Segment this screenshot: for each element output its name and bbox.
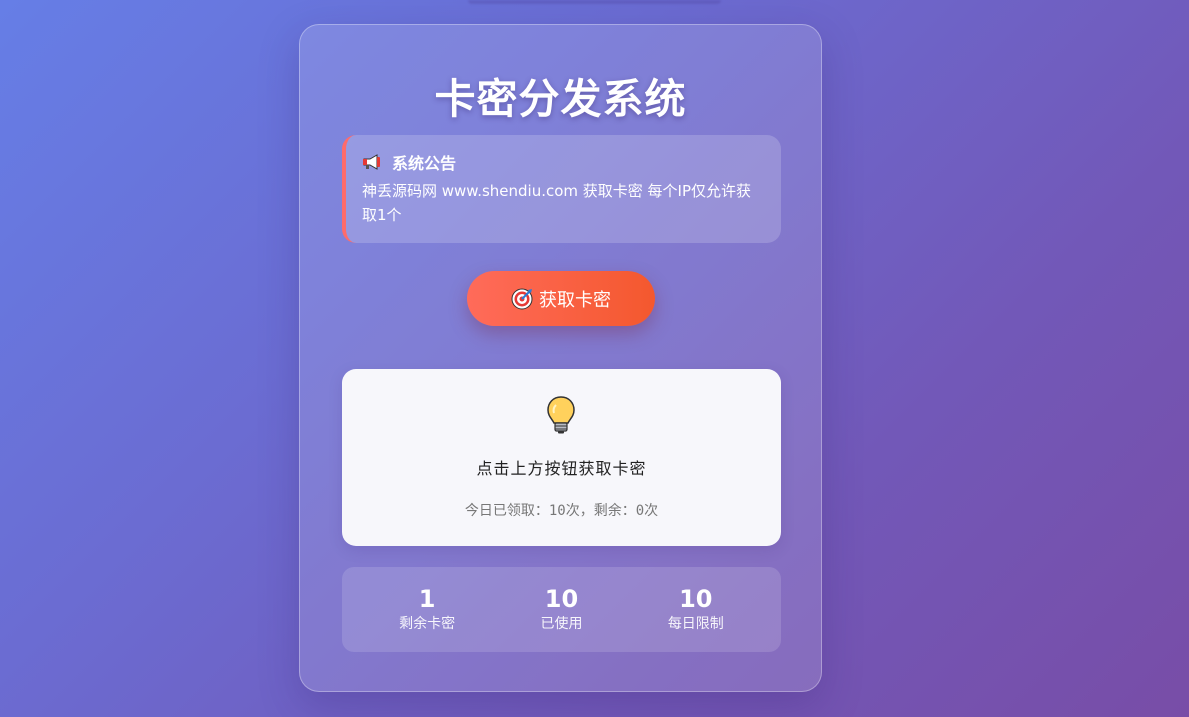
result-panel: 点击上方按钮获取卡密 今日已领取：10次，剩余：0次 (342, 369, 781, 546)
system-notice: 系统公告 神丢源码网 www.shendiu.com 获取卡密 每个IP仅允许获… (342, 135, 781, 243)
result-message: 点击上方按钮获取卡密 (476, 459, 647, 478)
main-card: 卡密分发系统 系统公告 神丢源码网 www.shendiu.com 获取卡密 每… (299, 24, 822, 692)
stats-bar: 1 剩余卡密 10 已使用 10 每日限制 (342, 567, 781, 652)
stat-daily-limit: 10 每日限制 (636, 585, 756, 634)
stat-used-label: 已使用 (540, 616, 583, 632)
get-card-key-button[interactable]: 获取卡密 (467, 271, 655, 326)
stat-daily-limit-label: 每日限制 (667, 616, 724, 632)
top-shadow-decoration (468, 0, 721, 4)
notice-header: 系统公告 (362, 151, 761, 173)
stat-remaining: 1 剩余卡密 (367, 585, 487, 634)
get-card-key-label: 获取卡密 (539, 289, 611, 310)
stat-used: 10 已使用 (501, 585, 621, 634)
stat-used-value: 10 (544, 585, 579, 613)
stat-remaining-value: 1 (418, 585, 436, 613)
target-icon (511, 288, 533, 310)
lightbulb-icon (545, 395, 577, 435)
page-title: 卡密分发系统 (434, 75, 687, 123)
notice-heading: 系统公告 (392, 154, 457, 173)
stat-daily-limit-value: 10 (679, 585, 713, 613)
notice-text: 神丢源码网 www.shendiu.com 获取卡密 每个IP仅允许获取1个 (362, 182, 752, 224)
quota-text: 今日已领取：10次，剩余：0次 (464, 503, 659, 519)
stat-remaining-label: 剩余卡密 (399, 616, 456, 632)
megaphone-icon (362, 154, 382, 170)
